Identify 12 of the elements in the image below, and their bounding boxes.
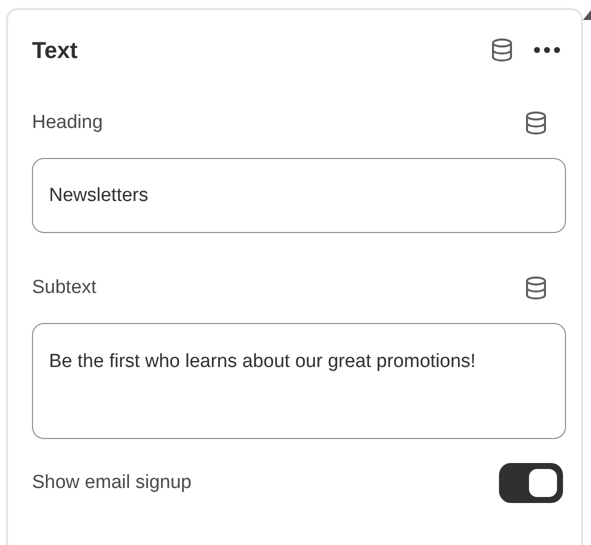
field-label: Subtext <box>32 277 96 299</box>
field-label: Heading <box>32 112 103 134</box>
toggle-label: Show email signup <box>32 472 192 494</box>
database-icon[interactable] <box>525 276 547 300</box>
more-icon[interactable] <box>533 46 561 54</box>
database-icon[interactable] <box>525 111 547 135</box>
panel-title: Text <box>32 36 79 64</box>
scroll-up-arrow-icon[interactable] <box>583 10 591 20</box>
text-field[interactable]: Newsletters <box>32 158 566 233</box>
database-icon[interactable] <box>491 38 513 62</box>
toggle-switch[interactable] <box>499 463 563 503</box>
text-area[interactable]: Be the first who learns about our great promotions! <box>32 323 566 439</box>
